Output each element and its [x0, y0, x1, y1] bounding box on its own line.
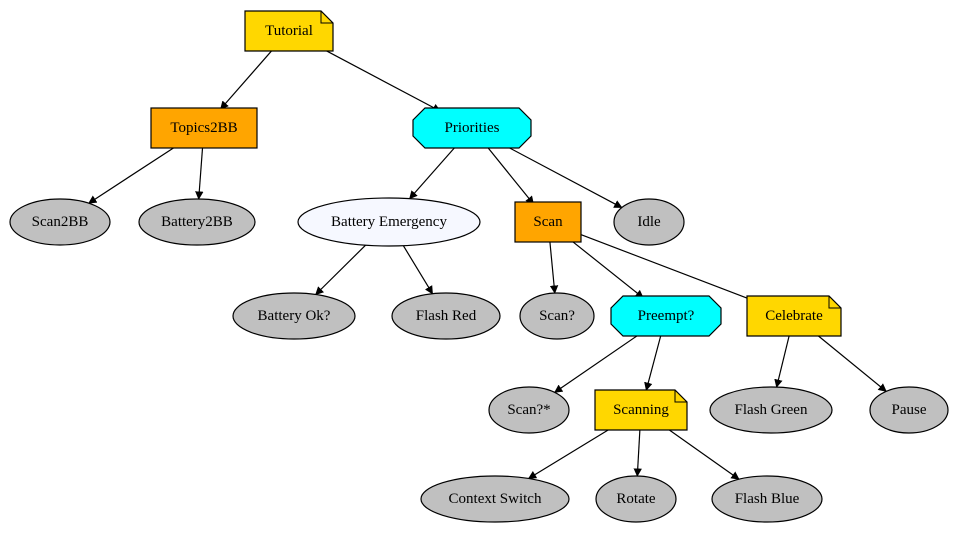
node-label-flash_green: Flash Green [735, 402, 808, 418]
node-pause: Pause [870, 387, 948, 433]
node-label-priorities: Priorities [445, 120, 500, 136]
node-label-scan: Scan [533, 214, 563, 230]
node-context_switch: Context Switch [421, 476, 569, 522]
edge-celebrate-flash_green [777, 336, 790, 387]
edge-tutorial-topics2bb [221, 50, 273, 109]
node-scan_star: Scan?* [489, 387, 569, 433]
edge-priorities-battery_emergency [410, 147, 455, 198]
node-topics2bb: Topics2BB [151, 108, 257, 148]
edge-topics2bb-scan2bb [89, 145, 178, 203]
edge-scanning-flash_blue [665, 427, 739, 479]
node-flash_blue: Flash Blue [712, 476, 822, 522]
node-label-scan_star: Scan?* [507, 402, 550, 418]
node-label-battery2bb: Battery2BB [161, 214, 233, 230]
node-priorities: Priorities [413, 108, 531, 148]
node-flash_green: Flash Green [710, 387, 832, 433]
node-label-tutorial: Tutorial [265, 23, 313, 39]
node-scan2bb: Scan2BB [10, 199, 110, 245]
node-label-flash_blue: Flash Blue [735, 491, 800, 507]
node-battery_ok: Battery Ok? [233, 293, 355, 339]
edge-priorities-idle [504, 145, 622, 208]
node-label-flash_red: Flash Red [416, 308, 477, 324]
node-battery_emergency: Battery Emergency [298, 198, 480, 246]
node-label-battery_emergency: Battery Emergency [331, 214, 447, 230]
edge-scanning-context_switch [529, 426, 615, 478]
edge-priorities-scan [488, 147, 534, 204]
node-label-battery_ok: Battery Ok? [258, 308, 331, 324]
node-label-preempt: Preempt? [638, 308, 695, 324]
node-flash_red: Flash Red [392, 293, 500, 339]
node-scan_q: Scan? [520, 293, 594, 339]
node-label-context_switch: Context Switch [449, 491, 542, 507]
node-label-rotate: Rotate [616, 491, 655, 507]
node-scanning: Scanning [595, 390, 687, 430]
node-label-celebrate: Celebrate [765, 308, 823, 324]
node-label-pause: Pause [892, 402, 927, 418]
edge-tutorial-priorities [318, 46, 441, 111]
edge-preempt-scanning [646, 336, 660, 390]
edge-preempt-scan_star [555, 334, 641, 393]
edge-topics2bb-battery2bb [199, 148, 203, 199]
edge-scanning-rotate [637, 430, 640, 476]
node-preempt: Preempt? [611, 296, 721, 336]
node-label-scan2bb: Scan2BB [32, 214, 89, 230]
node-label-topics2bb: Topics2BB [170, 120, 237, 136]
edge-scan-preempt [568, 238, 643, 298]
edge-celebrate-pause [816, 334, 886, 392]
node-battery2bb: Battery2BB [139, 199, 255, 245]
node-label-scan_q: Scan? [539, 308, 575, 324]
node-label-scanning: Scanning [613, 402, 669, 418]
node-celebrate: Celebrate [747, 296, 841, 336]
node-label-idle: Idle [637, 214, 661, 230]
node-tutorial: Tutorial [245, 11, 333, 51]
edge-scan-scan_q [550, 242, 555, 293]
node-idle: Idle [614, 199, 684, 245]
edge-scan-celebrate [576, 233, 759, 303]
edge-battery_emergency-flash_red [403, 246, 432, 294]
node-scan: Scan [515, 202, 581, 242]
behavior-tree-diagram: Tutorial Topics2BB Priorities Scan2BB Batter… [0, 0, 958, 539]
node-rotate: Rotate [596, 476, 676, 522]
edge-battery_emergency-battery_ok [316, 245, 366, 294]
